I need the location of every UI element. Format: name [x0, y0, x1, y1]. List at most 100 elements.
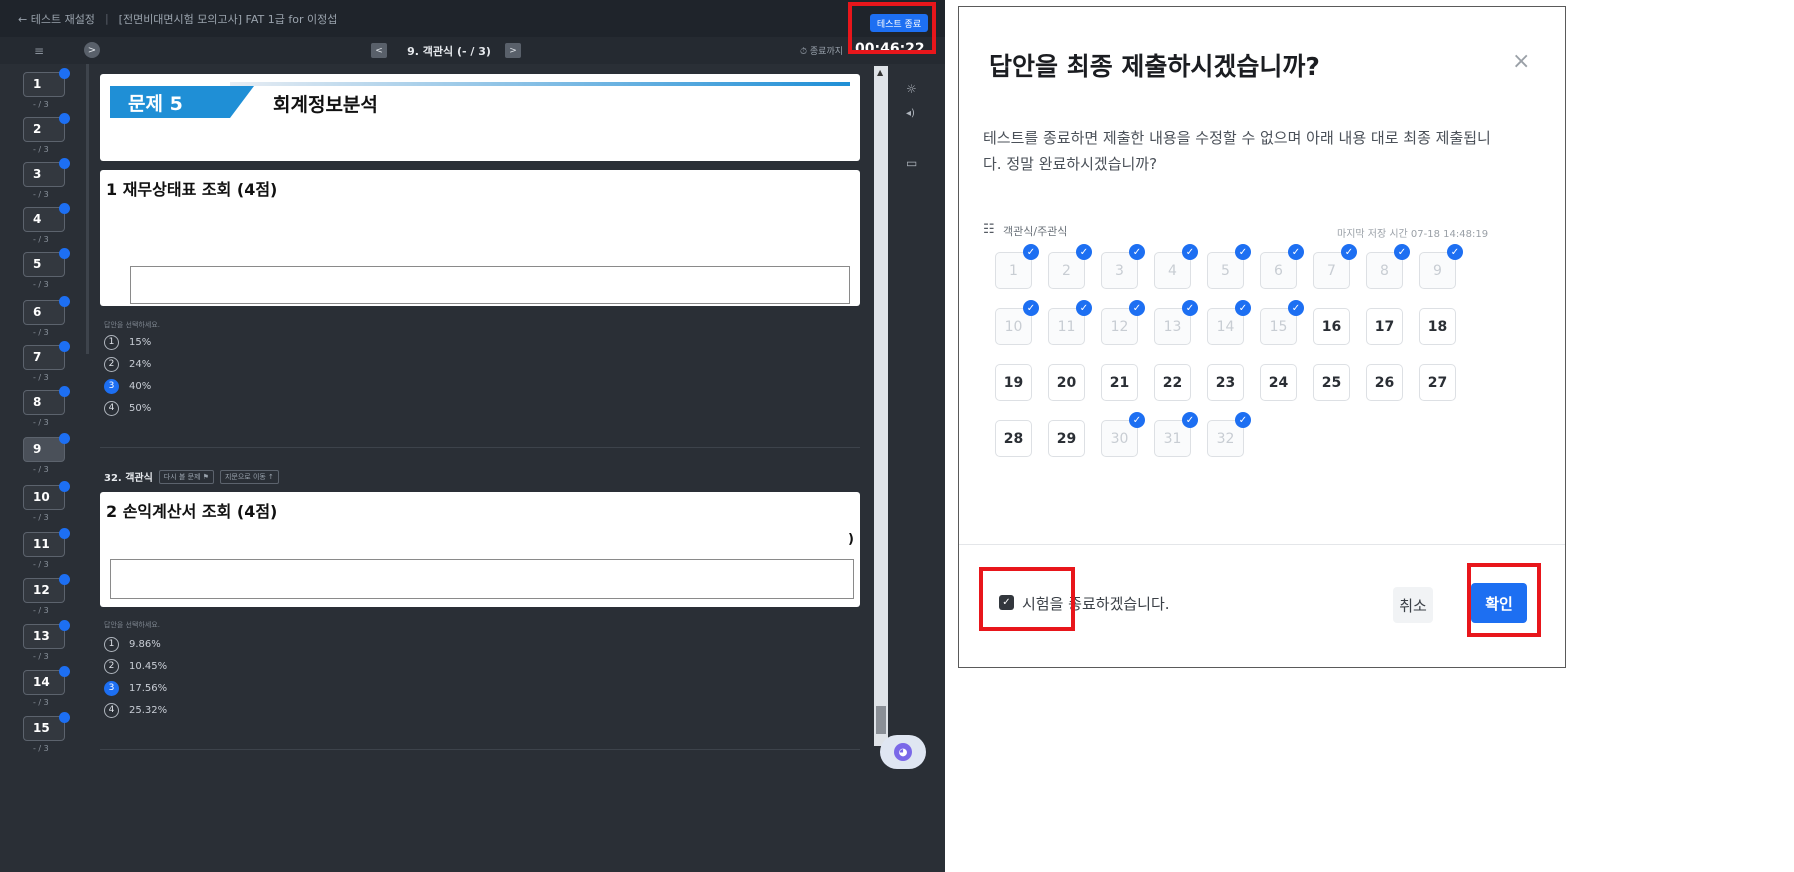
question-tile-30[interactable]: 30 ✓ [1101, 412, 1145, 457]
sidebar-item-score: - / 3 [33, 513, 49, 522]
question-tile-29[interactable]: 29 [1048, 420, 1085, 457]
scroll-up-icon[interactable]: ▲ [877, 68, 883, 77]
question-tile-20[interactable]: 20 [1048, 364, 1085, 401]
sidebar-item-12[interactable]: 12- / 3 [18, 574, 74, 626]
question-tile-5[interactable]: 5 ✓ [1207, 244, 1251, 289]
question-32-label: 32. 객관식 [104, 473, 153, 484]
chatbot-face-icon: ◕ [894, 743, 912, 761]
question-tile-11[interactable]: 11 ✓ [1048, 300, 1092, 345]
choice-text: 25.32% [129, 704, 168, 716]
question-tile-13[interactable]: 13 ✓ [1154, 300, 1198, 345]
choice-option[interactable]: 1 15% [104, 332, 151, 352]
question-tile-15[interactable]: 15 ✓ [1260, 300, 1304, 345]
choice-option[interactable]: 2 24% [104, 354, 151, 374]
question-tile-25[interactable]: 25 [1313, 364, 1350, 401]
question-tile-31[interactable]: 31 ✓ [1154, 412, 1198, 457]
prev-question-button[interactable]: < [371, 43, 387, 58]
question-tile-10[interactable]: 10 ✓ [995, 300, 1039, 345]
question-tile-17[interactable]: 17 [1366, 308, 1403, 345]
sidebar-item-8[interactable]: 8- / 3 [18, 386, 74, 438]
scroll-thumb[interactable] [876, 706, 886, 734]
check-icon: ✓ [1182, 412, 1198, 428]
choice-option[interactable]: 4 50% [104, 398, 151, 418]
list-icon: ☷ [983, 222, 995, 237]
question-tile-7[interactable]: 7 ✓ [1313, 244, 1357, 289]
question-tile-number: 22 [1162, 374, 1183, 391]
question-card-1: 1 재무상태표 조회 (4점) [100, 170, 860, 306]
sidebar-item-14[interactable]: 14- / 3 [18, 666, 74, 718]
question-tile-24[interactable]: 24 [1260, 364, 1297, 401]
sound-icon[interactable]: ◂) [906, 108, 915, 119]
chatbot-button[interactable]: ◕ [880, 735, 926, 769]
choice-text: 24% [129, 358, 152, 370]
check-icon: ✓ [1129, 300, 1145, 316]
question-tile-23[interactable]: 23 [1207, 364, 1244, 401]
question-tile-6[interactable]: 6 ✓ [1260, 244, 1304, 289]
choice-option[interactable]: 4 25.32% [104, 700, 167, 720]
memo-icon[interactable]: ▭ [906, 156, 917, 170]
question-tile-16[interactable]: 16 [1313, 308, 1350, 345]
sidebar-item-9[interactable]: 9- / 3 [18, 433, 74, 485]
question-tile-number: 24 [1268, 374, 1289, 391]
go-to-passage-button[interactable]: 지문으로 이동 ↑ [219, 469, 279, 484]
question-tile-number: 17 [1374, 318, 1395, 335]
question-tile-3[interactable]: 3 ✓ [1101, 244, 1145, 289]
close-icon[interactable]: × [1512, 49, 1530, 74]
list-icon[interactable]: ≡ [34, 44, 44, 58]
question-tile-14[interactable]: 14 ✓ [1207, 300, 1251, 345]
question-tile-19[interactable]: 19 [995, 364, 1032, 401]
cancel-button[interactable]: 취소 [1393, 587, 1433, 623]
sidebar-item-13[interactable]: 13- / 3 [18, 620, 74, 672]
sidebar-item-11[interactable]: 11- / 3 [18, 528, 74, 580]
choice-text: 17.56% [129, 682, 168, 694]
dialog-description: 테스트를 종료하면 제출한 내용을 수정할 수 없으며 아래 내용 대로 최종 … [983, 129, 1491, 173]
question-tile-32[interactable]: 32 ✓ [1207, 412, 1251, 457]
settings-icon[interactable]: ☼ [906, 82, 917, 96]
choice-option[interactable]: 1 9.86% [104, 634, 161, 654]
content-scrollbar[interactable]: ▲ [874, 66, 888, 746]
question-tile-22[interactable]: 22 [1154, 364, 1191, 401]
question-tile-8[interactable]: 8 ✓ [1366, 244, 1410, 289]
sidebar-item-10[interactable]: 10- / 3 [18, 481, 74, 533]
question-tile-28[interactable]: 28 [995, 420, 1032, 457]
question-tile-number: 16 [1321, 318, 1342, 335]
sidebar-scrollbar[interactable] [86, 64, 89, 354]
question-tile-number: 32 [1216, 430, 1235, 447]
choice-option-selected[interactable]: 3 17.56% [104, 678, 167, 698]
sidebar-item-5[interactable]: 5- / 3 [18, 248, 74, 300]
question-tile-4[interactable]: 4 ✓ [1154, 244, 1198, 289]
question-tile-2[interactable]: 2 ✓ [1048, 244, 1092, 289]
answered-dot-icon [59, 528, 70, 539]
question-tile-27[interactable]: 27 [1419, 364, 1456, 401]
question-tile-12[interactable]: 12 ✓ [1101, 300, 1145, 345]
check-icon: ✓ [1341, 244, 1357, 260]
sidebar-item-score: - / 3 [33, 560, 49, 569]
expand-icon[interactable]: > [84, 42, 100, 58]
question-tile-18[interactable]: 18 [1419, 308, 1456, 345]
question-passage-box [110, 559, 854, 599]
question-tile-number: 10 [1004, 318, 1023, 335]
check-icon: ✓ [1288, 244, 1304, 260]
sidebar-item-score: - / 3 [33, 373, 49, 382]
answered-dot-icon [59, 666, 70, 677]
question-32-header: 32. 객관식 다시 볼 문제 ⚑ 지문으로 이동 ↑ [104, 469, 279, 484]
question-tile-number: 8 [1380, 262, 1389, 279]
check-icon: ✓ [1394, 244, 1410, 260]
next-question-button[interactable]: > [505, 43, 521, 58]
question-tile-26[interactable]: 26 [1366, 364, 1403, 401]
problem-banner-card: 문제 5 회계정보분석 [100, 74, 860, 161]
question-tile-1[interactable]: 1 ✓ [995, 244, 1039, 289]
reset-test-link[interactable]: ← 테스트 재설정 [18, 11, 95, 27]
flag-review-button[interactable]: 다시 볼 문제 ⚑ [158, 469, 214, 484]
sidebar-item-score: - / 3 [33, 744, 49, 753]
question-tile-9[interactable]: 9 ✓ [1419, 244, 1463, 289]
sidebar-item-score: - / 3 [33, 190, 49, 199]
sidebar-item-score: - / 3 [33, 145, 49, 154]
choice-option[interactable]: 2 10.45% [104, 656, 167, 676]
choice-mark: 3 [104, 680, 119, 696]
question-tile-21[interactable]: 21 [1101, 364, 1138, 401]
sidebar-item-15[interactable]: 15- / 3 [18, 712, 74, 764]
answered-dot-icon [59, 113, 70, 124]
choice-option-selected[interactable]: 3 40% [104, 376, 151, 396]
answered-dot-icon [59, 433, 70, 444]
